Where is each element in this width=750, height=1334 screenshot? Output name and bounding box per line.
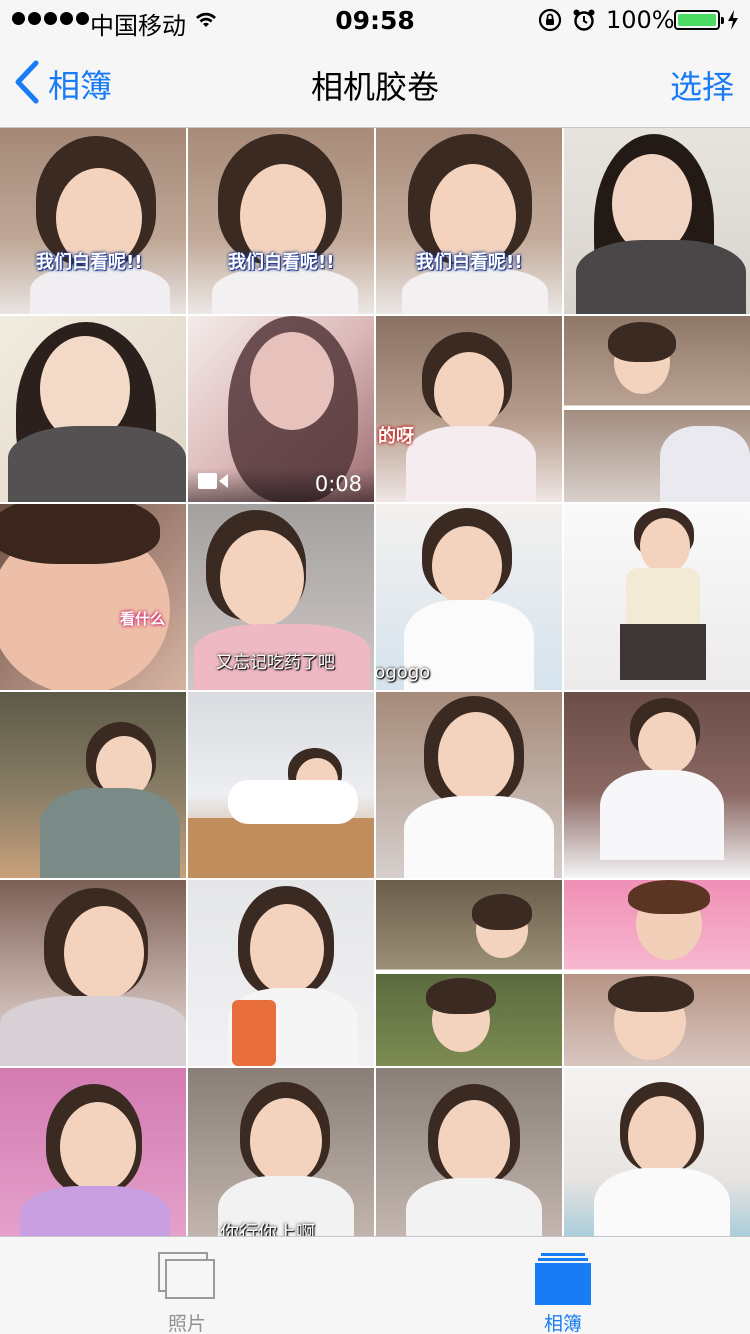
video-camera-icon <box>198 472 228 494</box>
photos-stack-icon <box>157 1251 217 1305</box>
tab-bar: 照片 相簿 <box>0 1236 750 1334</box>
photo-caption: 又忘记吃药了吧 <box>216 653 335 673</box>
charging-icon <box>726 9 740 35</box>
photo-thumbnail[interactable] <box>564 504 750 690</box>
video-duration: 0:08 <box>314 472 362 496</box>
photo-caption: 我们白看呢!! <box>228 252 335 273</box>
alarm-icon <box>572 8 596 36</box>
photo-caption: 的呀 <box>378 426 414 447</box>
photo-caption: 我们白看呢!! <box>416 252 523 273</box>
photo-thumbnail[interactable] <box>564 692 750 878</box>
photo-thumbnail[interactable] <box>376 880 562 1066</box>
photo-thumbnail[interactable] <box>0 1068 186 1236</box>
battery-percentage: 100% <box>606 6 675 34</box>
photo-thumbnail[interactable] <box>188 880 374 1066</box>
photo-watermark: @YeHAngogogo <box>376 662 431 683</box>
photo-thumbnail[interactable] <box>0 316 186 502</box>
photo-thumbnail[interactable] <box>0 692 186 878</box>
photo-thumbnail[interactable] <box>564 316 750 502</box>
status-bar: 中国移动 09:58 100% <box>0 0 750 40</box>
photo-thumbnail[interactable] <box>376 692 562 878</box>
photo-caption: 你行你上啊 <box>220 1222 316 1236</box>
photo-thumbnail[interactable] <box>564 128 750 314</box>
photo-thumbnail[interactable]: 我们白看呢!! <box>376 128 562 314</box>
photo-thumbnail[interactable]: 看什么 <box>0 504 186 690</box>
page-title: 相机胶卷 <box>310 68 439 106</box>
tab-photos-label: 照片 <box>167 1313 206 1334</box>
tab-photos[interactable]: 照片 <box>107 1237 267 1334</box>
photo-thumbnail[interactable] <box>376 1068 562 1236</box>
photo-thumbnail[interactable]: @YeHAngogogo <box>376 504 562 690</box>
rotation-lock-icon <box>538 8 562 36</box>
photo-thumbnail[interactable] <box>564 1068 750 1236</box>
photo-thumbnail[interactable] <box>564 880 750 1066</box>
photo-thumbnail[interactable]: 你行你上啊 <box>188 1068 374 1236</box>
tab-albums-label: 相簿 <box>543 1313 582 1334</box>
battery-icon <box>674 10 724 30</box>
photo-thumbnail[interactable]: 我们白看呢!! <box>188 128 374 314</box>
photo-thumbnail[interactable] <box>188 692 374 878</box>
photo-caption: 我们白看呢!! <box>36 252 143 273</box>
select-button[interactable]: 选择 <box>670 62 734 108</box>
photo-caption: 看什么 <box>120 610 166 628</box>
navigation-bar: 相簿 相机胶卷 选择 <box>0 40 750 128</box>
video-thumbnail[interactable]: 0:08 <box>188 316 374 502</box>
tab-albums[interactable]: 相簿 <box>483 1237 643 1334</box>
photo-thumbnail[interactable]: 又忘记吃药了吧 <box>188 504 374 690</box>
photo-thumbnail[interactable]: 我们白看呢!! <box>0 128 186 314</box>
photo-thumbnail[interactable] <box>0 880 186 1066</box>
photo-thumbnail[interactable]: 的呀 <box>376 316 562 502</box>
photo-grid: 我们白看呢!! 我们白看呢!! 我们白看呢!! 0:08 的呀 看什么 又忘记吃… <box>0 128 750 1236</box>
albums-icon <box>533 1251 593 1311</box>
